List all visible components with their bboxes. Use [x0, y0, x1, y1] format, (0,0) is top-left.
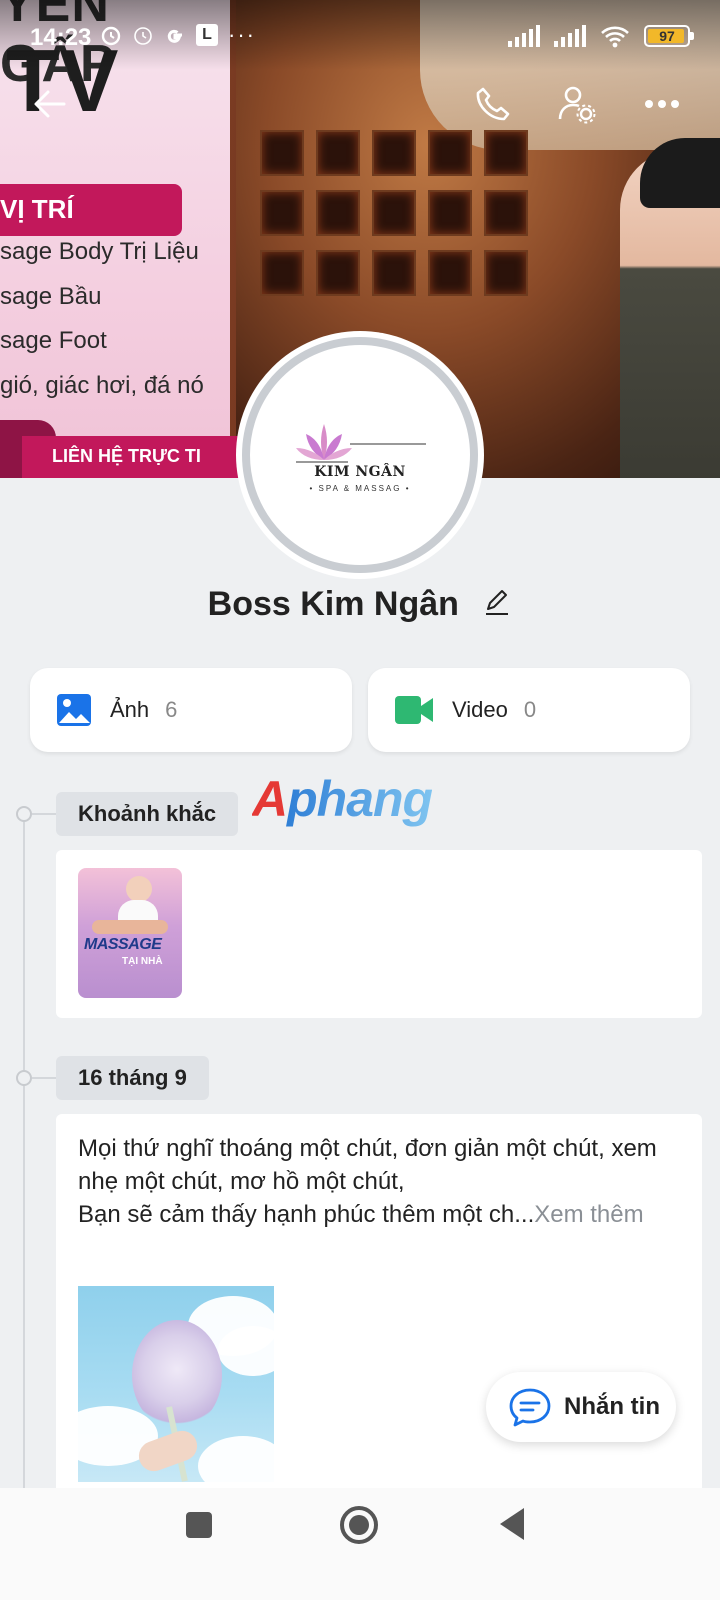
profile-name: Boss Kim Ngân — [207, 585, 459, 623]
date-label: 16 tháng 9 — [56, 1056, 209, 1100]
videos-card[interactable]: Video 0 — [368, 668, 690, 752]
moments-panel: MASSAGE TẠI NHÀ — [56, 850, 702, 1018]
more-notifications-icon: ··· — [228, 22, 256, 47]
cover-banner-panel: YÊN GẤP TV VỊ TRÍ sage Body Trị Liệu sag… — [0, 0, 230, 478]
back-arrow-icon — [34, 90, 66, 118]
moment-thumbnail-subtitle: TẠI NHÀ — [122, 956, 163, 967]
lotus-logo-icon — [296, 423, 426, 462]
videos-count: 0 — [523, 697, 537, 722]
cover-service-line: sage Foot — [0, 327, 107, 354]
system-back-button[interactable] — [500, 1508, 524, 1540]
edit-name-button[interactable] — [482, 587, 512, 626]
status-time: 14:23 — [30, 24, 92, 51]
call-button[interactable] — [466, 78, 518, 130]
wifi-icon — [601, 26, 629, 48]
more-options-button[interactable] — [636, 78, 688, 130]
back-button[interactable] — [24, 78, 76, 130]
moment-thumbnail[interactable]: MASSAGE TẠI NHÀ — [78, 868, 182, 998]
cover-service-line: gió, giác hơi, đá nó — [0, 372, 204, 399]
profile-name-row: Boss Kim Ngân — [0, 585, 720, 626]
profile-avatar[interactable]: KIM NGÂN • SPA & MASSAG • — [242, 337, 478, 573]
alarm-outline-icon — [134, 27, 152, 45]
brand-name: KIM NGÂN — [314, 463, 406, 480]
photo-icon — [57, 694, 91, 726]
system-nav-bar — [0, 1488, 720, 1600]
chat-icon — [509, 1388, 551, 1427]
status-bar: 14:23 L ··· 97 — [0, 0, 720, 70]
cover-service-line: sage Bầu — [0, 283, 102, 310]
timeline-line — [23, 812, 25, 1512]
video-icon — [395, 696, 433, 724]
cover-wall-frames — [260, 130, 528, 296]
videos-label: Video — [452, 697, 508, 722]
brand-subtitle: • SPA & MASSAG • — [309, 483, 411, 493]
phone-icon — [476, 87, 510, 121]
recent-apps-button[interactable] — [186, 1512, 212, 1538]
status-system-icons: 97 — [508, 24, 694, 48]
timeline-dot — [16, 806, 32, 822]
message-button[interactable]: Nhắn tin — [486, 1372, 676, 1442]
cover-badge: VỊ TRÍ — [0, 184, 182, 236]
cover-cta: LIÊN HỆ TRỰC TI — [22, 436, 252, 478]
photos-label: Ảnh — [110, 697, 150, 722]
user-settings-icon — [558, 86, 596, 124]
timeline-connector — [32, 1077, 56, 1079]
post-photo[interactable] — [78, 1286, 274, 1482]
battery-level: 97 — [659, 28, 675, 44]
see-more-link[interactable]: Xem thêm — [534, 1201, 643, 1228]
signal-icon — [508, 25, 540, 47]
post-text: Mọi thứ nghĩ thoáng một chút, đơn giản m… — [78, 1132, 688, 1231]
timeline-dot — [16, 1070, 32, 1086]
watermark-logo: Aphang — [252, 771, 433, 827]
google-icon — [167, 29, 182, 43]
more-icon — [645, 100, 679, 108]
moments-label: Khoảnh khắc — [56, 792, 239, 836]
signal-icon — [554, 25, 586, 47]
home-button[interactable] — [340, 1506, 378, 1544]
post-panel[interactable]: Mọi thứ nghĩ thoáng một chút, đơn giản m… — [56, 1114, 702, 1514]
flower-bouquet — [132, 1320, 222, 1430]
alarm-icon — [101, 26, 121, 46]
battery-icon: 97 — [644, 25, 694, 47]
app-notification-icon: L — [196, 24, 218, 46]
moment-thumbnail-title: MASSAGE — [84, 936, 162, 953]
photos-card[interactable]: Ảnh 6 — [30, 668, 352, 752]
timeline-connector — [32, 813, 56, 815]
message-button-label: Nhắn tin — [564, 1393, 660, 1420]
cover-service-line: sage Body Trị Liệu — [0, 238, 199, 265]
photos-count: 6 — [165, 697, 178, 722]
status-notification-icons: L ··· — [100, 22, 256, 48]
profile-settings-button[interactable] — [550, 78, 602, 130]
edit-icon — [486, 589, 509, 615]
